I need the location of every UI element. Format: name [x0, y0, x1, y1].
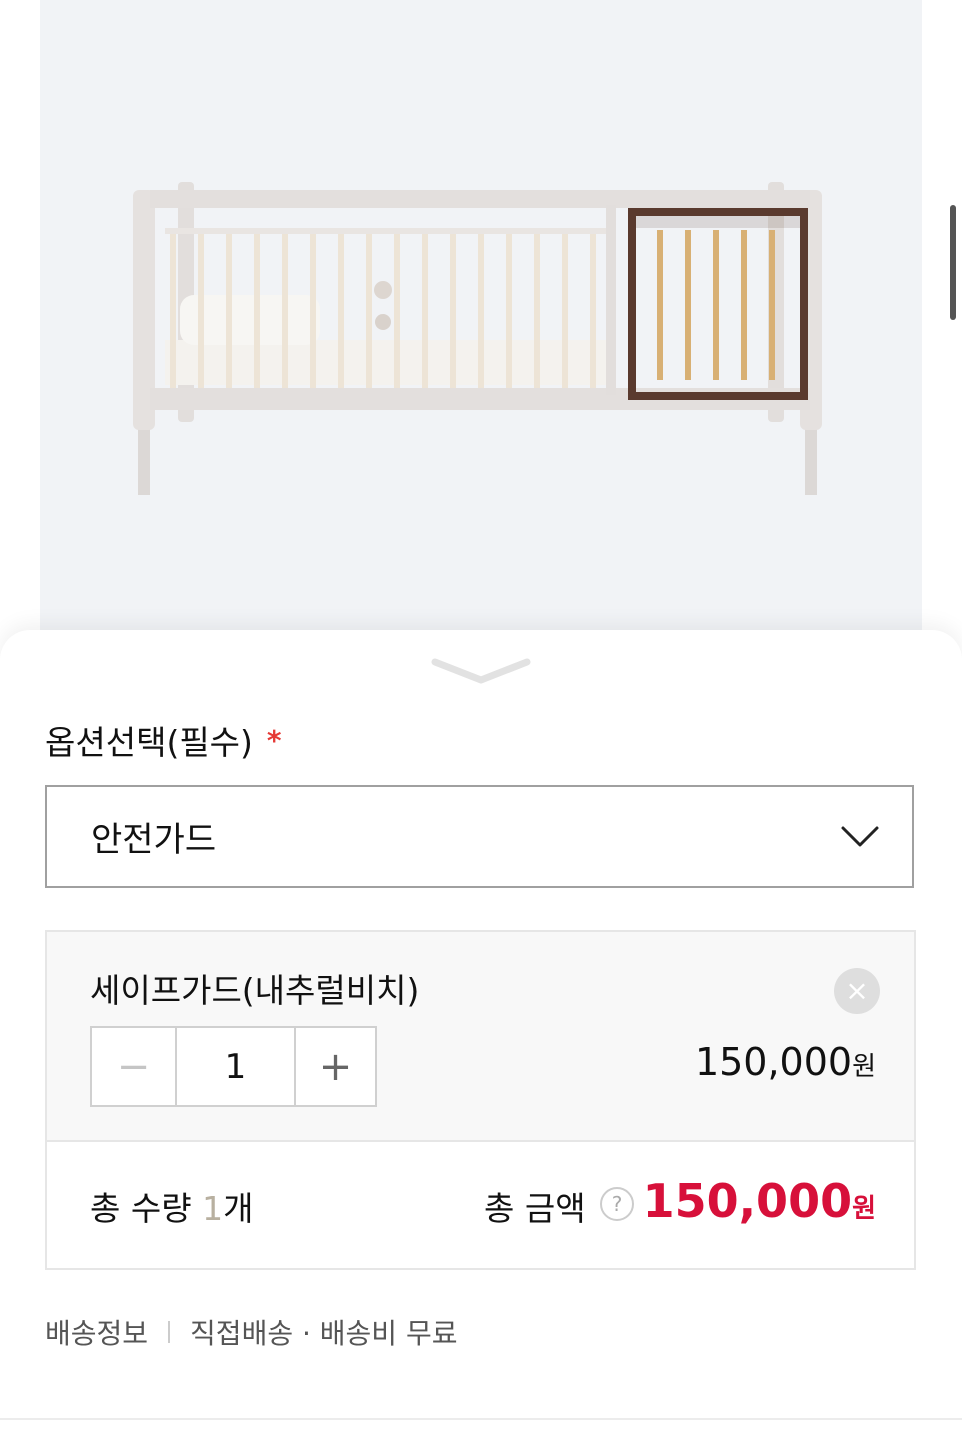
help-icon[interactable]: ?	[600, 1187, 634, 1221]
shipping-divider	[168, 1321, 171, 1343]
option-label-row: 옵션선택(필수) *	[45, 716, 282, 764]
crib-illustration	[133, 182, 822, 495]
close-icon: ×	[845, 974, 869, 1007]
total-quantity-unit: 개	[223, 1189, 254, 1228]
remove-item-button[interactable]: ×	[834, 968, 880, 1014]
shipping-label: 배송정보	[45, 1317, 149, 1350]
selected-item-price: 150,000원	[695, 1040, 876, 1084]
product-area	[0, 0, 962, 660]
required-mark: *	[266, 723, 282, 757]
selected-item-name: 세이프가드(내추럴비치)	[90, 971, 420, 1010]
increase-quantity-button[interactable]: +	[296, 1028, 375, 1105]
quantity-value[interactable]: 1	[177, 1028, 296, 1105]
option-label: 옵션선택(필수)	[45, 723, 253, 762]
total-quantity-value: 1	[202, 1189, 224, 1228]
chevron-down-icon	[841, 826, 879, 847]
option-bottom-sheet: 옵션선택(필수) * 안전가드 세이프가드(내추럴비치) × − 1 + 150…	[0, 630, 962, 1440]
page: 옵션선택(필수) * 안전가드 세이프가드(내추럴비치) × − 1 + 150…	[0, 0, 962, 1440]
product-image	[40, 0, 922, 640]
shipping-info: 배송정보 직접배송 · 배송비 무료	[45, 1312, 458, 1352]
quantity-stepper: − 1 +	[90, 1026, 377, 1107]
totals-box: 총 수량 1개 총 금액 ? 150,000원	[45, 1142, 916, 1270]
shipping-detail: 직접배송 · 배송비 무료	[190, 1317, 458, 1350]
total-quantity: 총 수량 1개	[90, 1182, 253, 1230]
total-amount-label: 총 금액	[484, 1189, 586, 1228]
collapse-chevron-icon[interactable]	[431, 656, 531, 690]
option-select[interactable]: 안전가드	[45, 785, 914, 888]
total-amount-currency: 원	[852, 1194, 876, 1224]
total-quantity-label: 총 수량	[90, 1189, 192, 1228]
item-price-value: 150,000	[694, 1040, 853, 1084]
decrease-quantity-button[interactable]: −	[92, 1028, 177, 1105]
total-amount: 150,000원	[643, 1174, 876, 1228]
scrollbar[interactable]	[950, 205, 956, 320]
selected-item-box: 세이프가드(내추럴비치) × − 1 + 150,000원	[45, 930, 916, 1142]
total-amount-value: 150,000	[642, 1174, 853, 1228]
option-select-value: 안전가드	[91, 820, 217, 860]
item-price-currency: 원	[852, 1052, 876, 1082]
divider	[0, 1418, 962, 1420]
